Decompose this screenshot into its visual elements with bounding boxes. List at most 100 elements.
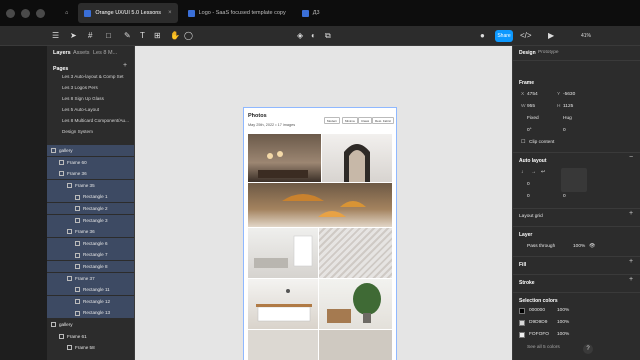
move-tool-icon[interactable]: ➤ bbox=[70, 30, 77, 42]
w-input[interactable]: 955 bbox=[527, 104, 535, 109]
tab-page-select[interactable]: Les 8 M... bbox=[93, 50, 117, 56]
alignment-grid[interactable] bbox=[561, 168, 587, 192]
x-input[interactable]: 4754 bbox=[527, 92, 538, 97]
dev-mode-icon[interactable]: </> bbox=[520, 30, 532, 42]
help-icon[interactable]: ? bbox=[583, 344, 593, 354]
page-item[interactable]: Les 8 Sign Up Glass bbox=[62, 96, 104, 101]
wrap-icon[interactable]: ↩ bbox=[541, 170, 545, 175]
filter-chip[interactable]: Modern bbox=[324, 117, 341, 124]
layer-row[interactable]: Frame 36 bbox=[47, 226, 134, 238]
tab-design[interactable]: Design bbox=[519, 50, 536, 56]
page-item[interactable]: Design System bbox=[62, 129, 93, 134]
zoom-level[interactable]: 41% bbox=[581, 30, 591, 42]
frame-tool-icon[interactable]: # bbox=[88, 30, 92, 42]
layer-row[interactable]: Rectangle 13 bbox=[47, 307, 134, 319]
page-item[interactable]: Les 3 Auto-layout & Comp Set bbox=[62, 74, 124, 79]
opacity-input[interactable]: 100% bbox=[573, 244, 585, 249]
component-icon[interactable]: ◈ bbox=[297, 30, 303, 42]
design-canvas[interactable]: Photos May 25th, 2022 • 17 images Modern… bbox=[135, 46, 512, 360]
gallery-frame[interactable]: Photos May 25th, 2022 • 17 images Modern… bbox=[243, 107, 397, 360]
add-layout-grid-icon[interactable]: + bbox=[629, 210, 633, 217]
layer-row[interactable]: Rectangle 8 bbox=[47, 261, 134, 272]
layer-row[interactable]: Rectangle 6 bbox=[47, 237, 134, 249]
tab-layers[interactable]: Layers bbox=[53, 50, 71, 56]
color-hex[interactable]: FOFOFO bbox=[529, 332, 549, 337]
layer-row[interactable]: Frame 61 bbox=[47, 331, 134, 342]
window-control-icon[interactable] bbox=[21, 8, 30, 18]
photo-tile[interactable] bbox=[322, 134, 392, 182]
blend-mode-select[interactable]: Pass through bbox=[527, 244, 555, 249]
boolean-icon[interactable]: ⧉ bbox=[325, 30, 331, 42]
y-input[interactable]: -5630 bbox=[563, 92, 575, 97]
text-tool-icon[interactable]: T bbox=[140, 30, 145, 42]
visibility-icon[interactable]: 👁 bbox=[589, 244, 595, 249]
tab-assets[interactable]: Assets bbox=[73, 50, 90, 56]
clip-content-checkbox-icon[interactable]: ☐ bbox=[521, 140, 525, 145]
layer-row[interactable]: Rectangle 1 bbox=[47, 191, 134, 203]
radius-input[interactable]: 0 bbox=[563, 128, 566, 133]
color-swatch[interactable] bbox=[519, 308, 525, 314]
shape-tool-icon[interactable]: □ bbox=[106, 30, 111, 42]
photo-tile[interactable] bbox=[248, 134, 321, 182]
padding-right-input[interactable]: 0 bbox=[563, 194, 566, 199]
photo-tile[interactable] bbox=[319, 330, 392, 360]
tab-logo-template[interactable]: Logo - SaaS focused template copy bbox=[182, 3, 292, 23]
window-control-icon[interactable] bbox=[36, 8, 45, 18]
window-control-icon[interactable] bbox=[6, 8, 15, 18]
present-icon[interactable]: ▶ bbox=[548, 30, 554, 42]
layer-row[interactable]: Frame 37 bbox=[47, 272, 134, 284]
add-stroke-icon[interactable]: + bbox=[629, 276, 633, 283]
filter-chip[interactable]: Minima bbox=[342, 117, 358, 124]
color-swatch[interactable] bbox=[519, 320, 525, 326]
layer-row[interactable]: Frame 58 bbox=[47, 342, 134, 353]
layer-row[interactable]: Frame 60 bbox=[47, 156, 134, 168]
direction-right-icon[interactable]: → bbox=[531, 170, 536, 175]
share-button[interactable]: Share bbox=[495, 30, 513, 42]
page-item[interactable]: Les 8 Multicard Component/Au... bbox=[62, 118, 129, 123]
layer-row[interactable]: Rectangle 3 bbox=[47, 214, 134, 226]
color-hex[interactable]: 000000 bbox=[529, 308, 545, 313]
rotation-input[interactable]: 0° bbox=[527, 128, 532, 133]
width-mode-select[interactable]: Fixed bbox=[527, 116, 539, 121]
comment-icon[interactable]: ◯ bbox=[184, 30, 193, 42]
add-fill-icon[interactable]: + bbox=[629, 258, 633, 265]
color-opacity[interactable]: 100% bbox=[557, 320, 569, 325]
filter-chip[interactable]: Rest. Fabric bbox=[372, 117, 395, 124]
mask-icon[interactable]: ◐ bbox=[311, 30, 316, 42]
layer-row[interactable]: Frame 36 bbox=[47, 168, 134, 180]
remove-autolayout-icon[interactable]: − bbox=[629, 154, 633, 161]
add-page-icon[interactable]: + bbox=[123, 62, 127, 69]
layer-row[interactable]: Rectangle 12 bbox=[47, 295, 134, 307]
tab-d3[interactable]: Д3 bbox=[296, 3, 326, 23]
photo-tile[interactable] bbox=[248, 330, 318, 360]
filter-chip[interactable]: Classi bbox=[358, 117, 373, 124]
layer-row[interactable]: Rectangle 2 bbox=[47, 203, 134, 214]
see-all-colors-link[interactable]: See all 5 colors bbox=[527, 345, 560, 350]
pen-tool-icon[interactable]: ✎ bbox=[124, 30, 131, 42]
page-item[interactable]: Les 5 Auto-Layout bbox=[62, 107, 99, 112]
home-tab[interactable]: ⌂ bbox=[59, 3, 74, 23]
tab-prototype[interactable]: Prototype bbox=[538, 50, 559, 55]
photo-tile[interactable] bbox=[248, 228, 318, 278]
layer-row[interactable]: gallery bbox=[47, 145, 134, 156]
close-icon[interactable]: × bbox=[168, 10, 172, 16]
color-hex[interactable]: D9D9D9 bbox=[529, 320, 547, 325]
layer-row[interactable]: gallery bbox=[47, 319, 134, 330]
h-input[interactable]: 1125 bbox=[563, 104, 573, 109]
layer-row[interactable]: Frame 35 bbox=[47, 179, 134, 191]
gap-input[interactable]: 0 bbox=[527, 182, 530, 187]
photo-tile[interactable] bbox=[248, 279, 318, 329]
color-opacity[interactable]: 100% bbox=[557, 332, 569, 337]
layer-row[interactable]: Rectangle 7 bbox=[47, 249, 134, 261]
direction-down-icon[interactable]: ↓ bbox=[521, 170, 523, 175]
height-mode-select[interactable]: Hug bbox=[563, 116, 572, 121]
layer-row[interactable]: Rectangle 11 bbox=[47, 284, 134, 296]
hand-tool-icon[interactable]: ✋ bbox=[170, 30, 180, 42]
photo-tile[interactable] bbox=[319, 279, 392, 329]
color-opacity[interactable]: 100% bbox=[557, 308, 569, 313]
tab-orange-lessons[interactable]: Orange UX/UI 5.0 Lessons × bbox=[78, 3, 178, 23]
avatar[interactable]: ● bbox=[480, 30, 485, 42]
photo-tile[interactable] bbox=[248, 183, 392, 227]
page-item[interactable]: Les 3 Logos Pers bbox=[62, 85, 98, 90]
color-swatch[interactable] bbox=[519, 332, 525, 338]
